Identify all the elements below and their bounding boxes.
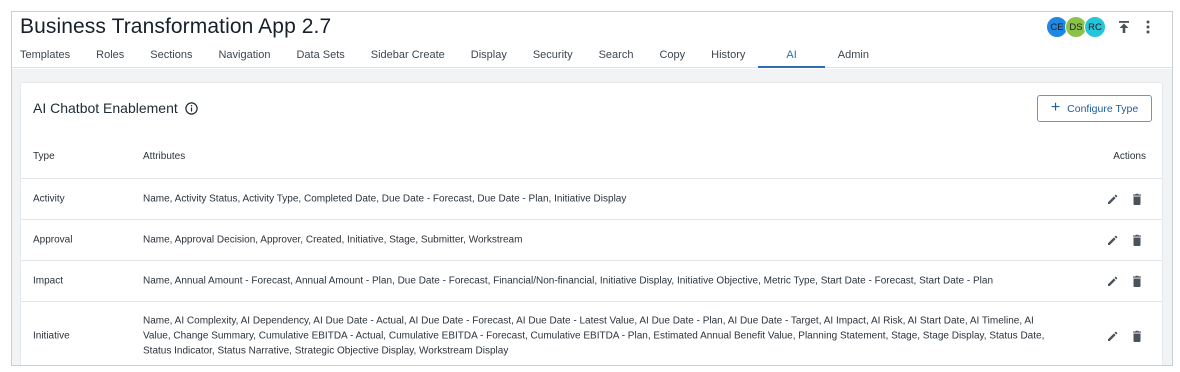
table-row: Approval Name, Approval Decision, Approv… bbox=[21, 220, 1162, 261]
pencil-icon[interactable] bbox=[1106, 329, 1120, 343]
tab-admin[interactable]: Admin bbox=[825, 44, 882, 68]
trash-icon[interactable] bbox=[1130, 329, 1144, 343]
row-attributes: Name, AI Complexity, AI Dependency, AI D… bbox=[143, 315, 1045, 357]
tab-data-sets[interactable]: Data Sets bbox=[283, 44, 357, 68]
trash-icon[interactable] bbox=[1130, 192, 1144, 206]
row-attributes: Name, Approval Decision, Approver, Creat… bbox=[143, 234, 523, 246]
table-row: Impact Name, Annual Amount - Forecast, A… bbox=[21, 261, 1162, 302]
row-type: Activity bbox=[33, 193, 65, 205]
row-actions bbox=[1106, 192, 1144, 206]
row-type: Initiative bbox=[33, 330, 70, 342]
pencil-icon[interactable] bbox=[1106, 233, 1120, 247]
column-header-actions: Actions bbox=[1113, 151, 1146, 162]
row-attributes: Name, Annual Amount - Forecast, Annual A… bbox=[143, 275, 994, 287]
row-type: Impact bbox=[33, 275, 64, 287]
tab-display[interactable]: Display bbox=[458, 44, 520, 68]
tab-navigation[interactable]: Navigation bbox=[205, 44, 283, 68]
column-header-type: Type bbox=[33, 151, 55, 162]
app-title: Business Transformation App 2.7 bbox=[20, 15, 332, 38]
tab-copy[interactable]: Copy bbox=[646, 44, 698, 68]
table-row: Activity Name, Activity Status, Activity… bbox=[21, 179, 1162, 220]
row-actions bbox=[1106, 329, 1144, 343]
row-type: Approval bbox=[33, 234, 73, 246]
trash-icon[interactable] bbox=[1130, 274, 1144, 288]
row-actions bbox=[1106, 274, 1144, 288]
tab-search[interactable]: Search bbox=[586, 44, 647, 68]
configure-type-label: Configure Type bbox=[1067, 102, 1139, 115]
avatar[interactable]: RC bbox=[1084, 16, 1106, 38]
tab-sidebar-create[interactable]: Sidebar Create bbox=[358, 44, 458, 68]
avatar-group: CE DS RC bbox=[1046, 16, 1106, 38]
tab-ai[interactable]: AI bbox=[758, 44, 825, 68]
more-vertical-icon[interactable] bbox=[1138, 17, 1158, 37]
configure-type-button[interactable]: + Configure Type bbox=[1037, 95, 1152, 122]
pencil-icon[interactable] bbox=[1106, 274, 1120, 288]
table-header: Type Attributes Actions bbox=[21, 139, 1162, 179]
row-actions bbox=[1106, 233, 1144, 247]
column-header-attributes: Attributes bbox=[143, 151, 186, 162]
plus-icon: + bbox=[1050, 99, 1061, 116]
row-attributes: Name, Activity Status, Activity Type, Co… bbox=[143, 193, 627, 205]
tab-security[interactable]: Security bbox=[520, 44, 586, 68]
tab-history[interactable]: History bbox=[698, 44, 758, 68]
tab-sections[interactable]: Sections bbox=[137, 44, 205, 68]
pencil-icon[interactable] bbox=[1106, 192, 1120, 206]
table-row: Initiative Name, AI Complexity, AI Depen… bbox=[21, 302, 1162, 365]
tab-bar: Templates Roles Sections Navigation Data… bbox=[12, 44, 1172, 68]
card-header: AI Chatbot Enablement bbox=[33, 100, 198, 116]
app-window: Business Transformation App 2.7 CE DS RC… bbox=[11, 11, 1173, 366]
info-icon[interactable] bbox=[185, 101, 198, 115]
upload-icon[interactable] bbox=[1114, 17, 1134, 37]
card-title: AI Chatbot Enablement bbox=[33, 100, 178, 116]
trash-icon[interactable] bbox=[1130, 233, 1144, 247]
tab-templates[interactable]: Templates bbox=[12, 44, 83, 68]
tab-roles[interactable]: Roles bbox=[83, 44, 137, 68]
chatbot-enablement-card: AI Chatbot Enablement + Configure Type T… bbox=[20, 82, 1163, 365]
